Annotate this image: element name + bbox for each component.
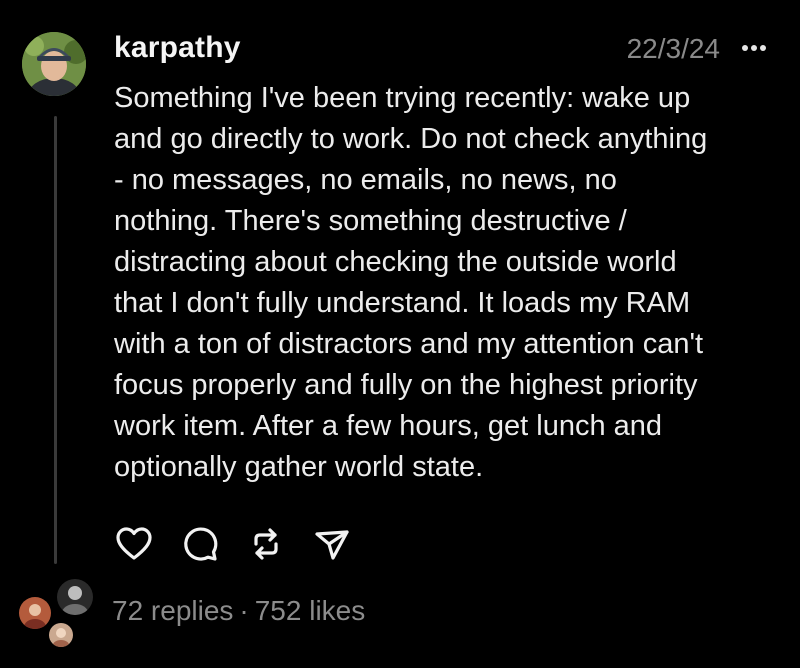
repost-button[interactable] <box>244 522 288 566</box>
reply-button[interactable] <box>178 522 222 566</box>
heart-icon <box>116 527 152 560</box>
author-avatar[interactable] <box>22 32 86 96</box>
repost-icon <box>254 528 278 560</box>
likes-count[interactable]: 752 likes <box>255 595 366 626</box>
author-username[interactable]: karpathy <box>114 30 241 66</box>
comment-icon <box>184 527 218 561</box>
reply-avatar <box>54 576 96 618</box>
replies-count[interactable]: 72 replies <box>112 595 233 626</box>
stats-separator: · <box>239 595 249 626</box>
share-icon <box>315 530 349 560</box>
reply-avatars[interactable] <box>16 576 100 650</box>
post-timestamp: 22/3/24 <box>626 33 720 64</box>
like-button[interactable] <box>112 522 156 566</box>
more-options-icon[interactable] <box>738 36 770 60</box>
share-button[interactable] <box>310 522 354 566</box>
thread-line <box>54 116 57 564</box>
post-stats: 72 replies · 752 likes <box>112 594 365 628</box>
reply-avatar <box>46 620 76 650</box>
post-text: Something I've been trying recently: wak… <box>114 82 708 483</box>
